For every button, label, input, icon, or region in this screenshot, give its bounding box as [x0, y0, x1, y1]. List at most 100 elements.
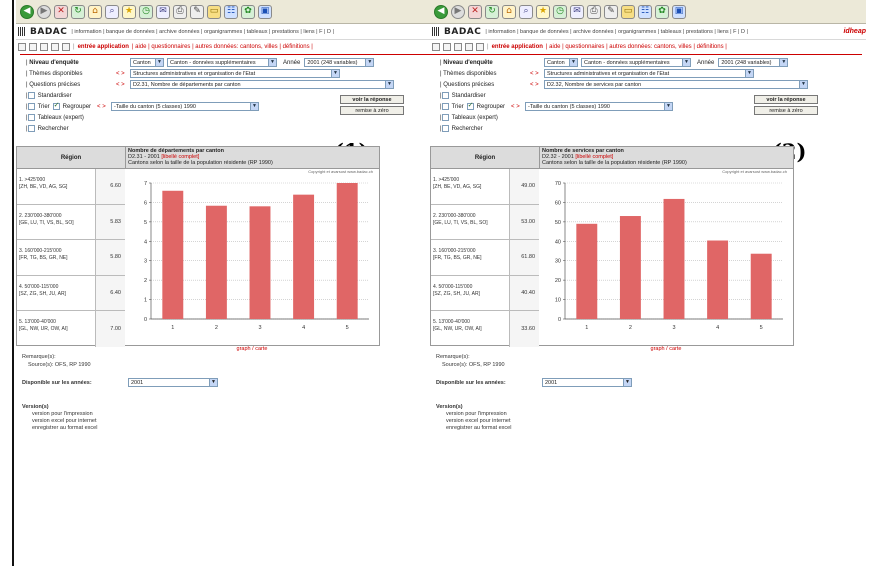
annee-select[interactable]: 2001 (248 variables) ▼: [718, 58, 789, 67]
print-mini-icon[interactable]: [432, 43, 440, 51]
back-icon[interactable]: ◀: [20, 4, 34, 19]
graph-carte-link[interactable]: graph / carte: [125, 346, 379, 352]
bar: [205, 205, 227, 319]
arrows-icon[interactable]: < >: [97, 104, 111, 110]
print-icon[interactable]: ⎙: [587, 4, 601, 19]
rechercher-checkbox[interactable]: [441, 125, 449, 132]
favorites-icon[interactable]: ★: [122, 4, 136, 19]
regrouper-checkbox[interactable]: [466, 101, 474, 110]
tableaux-checkbox[interactable]: [27, 114, 35, 121]
mail-icon[interactable]: ✉: [570, 4, 584, 19]
entree-application-link[interactable]: entrée application: [78, 44, 129, 50]
help-mini-icon[interactable]: [476, 43, 484, 51]
graph-carte-link[interactable]: graph / carte: [539, 346, 793, 352]
history-icon[interactable]: ◷: [139, 4, 153, 19]
entree-application-link[interactable]: entrée application: [492, 44, 543, 50]
stop-icon[interactable]: ✕: [54, 4, 68, 19]
arrows-icon[interactable]: < >: [530, 82, 544, 88]
question-header: Nombre de services par canton D2.32 - 20…: [539, 147, 793, 169]
stop-icon[interactable]: ✕: [468, 4, 482, 19]
mail-mini-icon[interactable]: [465, 43, 473, 51]
questions-select[interactable]: D2.31, Nombre de départements par canton…: [130, 80, 394, 89]
arrows-icon[interactable]: < >: [530, 71, 544, 77]
standardiser-checkbox[interactable]: [27, 92, 35, 99]
niveau-select[interactable]: Canton ▼: [130, 58, 164, 67]
tool-icon[interactable]: ✿: [241, 4, 255, 19]
remise-zero-button[interactable]: remise à zéro: [340, 106, 404, 115]
folder-icon[interactable]: ▭: [207, 4, 221, 19]
tool-icon[interactable]: ✿: [655, 4, 669, 19]
voir-reponse-button[interactable]: voir la réponse: [754, 95, 818, 104]
value-cell: 5.83: [95, 204, 125, 239]
themes-select[interactable]: Structures administratives et organisati…: [130, 69, 340, 78]
site-logo[interactable]: BADAC: [444, 27, 481, 37]
version-excel-link[interactable]: version excel pour internet: [446, 418, 511, 424]
arrows-icon[interactable]: < >: [116, 82, 130, 88]
arrows-icon[interactable]: < >: [116, 71, 130, 77]
dispo-select[interactable]: 2001 ▼: [542, 378, 632, 387]
folder-icon[interactable]: ▭: [621, 4, 635, 19]
back-icon[interactable]: ◀: [434, 4, 448, 19]
sub-nav-links[interactable]: | aide | questionnaires | autres données…: [546, 44, 727, 50]
excel-save-link[interactable]: enregistrer au format excel: [446, 425, 511, 431]
site-nav-links[interactable]: | information | banque de données | arch…: [485, 29, 748, 35]
questions-select[interactable]: D2.32, Nombre de services par canton ▼: [544, 80, 808, 89]
regrouper-select[interactable]: -Taille du canton (5 classes) 1990 ▼: [525, 102, 674, 111]
annee-select[interactable]: 2001 (248 variables) ▼: [304, 58, 375, 67]
history-icon[interactable]: ◷: [553, 4, 567, 19]
trier-checkbox[interactable]: [27, 103, 35, 110]
search-mini-icon[interactable]: [40, 43, 48, 51]
y-tick-label: 2: [144, 278, 147, 284]
regrouper-label: Regrouper: [62, 103, 92, 110]
window-icon[interactable]: ▣: [672, 4, 686, 19]
niveau-sub-select[interactable]: Canton - données supplémentaires ▼: [167, 58, 277, 67]
font-mini-icon[interactable]: [443, 43, 451, 51]
messenger-icon[interactable]: ☷: [224, 4, 238, 19]
standardiser-checkbox[interactable]: [441, 92, 449, 99]
niveau-select[interactable]: Canton ▼: [544, 58, 578, 67]
home-icon[interactable]: ⌂: [502, 4, 516, 19]
mail-mini-icon[interactable]: [51, 43, 59, 51]
idheap-logo[interactable]: idheap: [843, 28, 866, 35]
edit-icon[interactable]: ✎: [604, 4, 618, 19]
print-mini-icon[interactable]: [18, 43, 26, 51]
favorites-icon[interactable]: ★: [536, 4, 550, 19]
tableaux-checkbox[interactable]: [441, 114, 449, 121]
font-mini-icon[interactable]: [29, 43, 37, 51]
rechercher-label: Rechercher: [37, 125, 69, 132]
sub-nav-links[interactable]: | aide | questionnaires | autres données…: [132, 44, 313, 50]
dispo-select[interactable]: 2001 ▼: [128, 378, 218, 387]
question-subtitle: Cantons selon la taille de la population…: [128, 160, 273, 166]
site-nav-links[interactable]: | information | banque de données | arch…: [71, 29, 334, 35]
trier-checkbox[interactable]: [441, 103, 449, 110]
edit-icon[interactable]: ✎: [190, 4, 204, 19]
version-print-link[interactable]: version pour l'impression: [446, 411, 507, 417]
site-logo[interactable]: BADAC: [30, 27, 67, 37]
voir-reponse-button[interactable]: voir la réponse: [340, 95, 404, 104]
search-mini-icon[interactable]: [454, 43, 462, 51]
search-icon[interactable]: ⌕: [105, 4, 119, 19]
forward-icon[interactable]: ▶: [451, 4, 465, 19]
forward-icon[interactable]: ▶: [37, 4, 51, 19]
y-tick-label: 1: [144, 298, 147, 304]
home-icon[interactable]: ⌂: [88, 4, 102, 19]
refresh-icon[interactable]: ↻: [71, 4, 85, 19]
mail-icon[interactable]: ✉: [156, 4, 170, 19]
regrouper-select[interactable]: -Taille du canton (5 classes) 1990 ▼: [111, 102, 260, 111]
print-icon[interactable]: ⎙: [173, 4, 187, 19]
version-print-link[interactable]: version pour l'impression: [32, 411, 93, 417]
rechercher-checkbox[interactable]: [27, 125, 35, 132]
niveau-sub-select[interactable]: Canton - données supplémentaires ▼: [581, 58, 691, 67]
search-icon[interactable]: ⌕: [519, 4, 533, 19]
messenger-icon[interactable]: ☷: [638, 4, 652, 19]
arrows-icon[interactable]: < >: [511, 104, 525, 110]
help-mini-icon[interactable]: [62, 43, 70, 51]
excel-save-link[interactable]: enregistrer au format excel: [32, 425, 97, 431]
remise-zero-button[interactable]: remise à zéro: [754, 106, 818, 115]
themes-label: Thèmes disponibles: [443, 70, 497, 77]
regrouper-checkbox[interactable]: [52, 101, 60, 110]
version-excel-link[interactable]: version excel pour internet: [32, 418, 97, 424]
window-icon[interactable]: ▣: [258, 4, 272, 19]
refresh-icon[interactable]: ↻: [485, 4, 499, 19]
themes-select[interactable]: Structures administratives et organisati…: [544, 69, 754, 78]
